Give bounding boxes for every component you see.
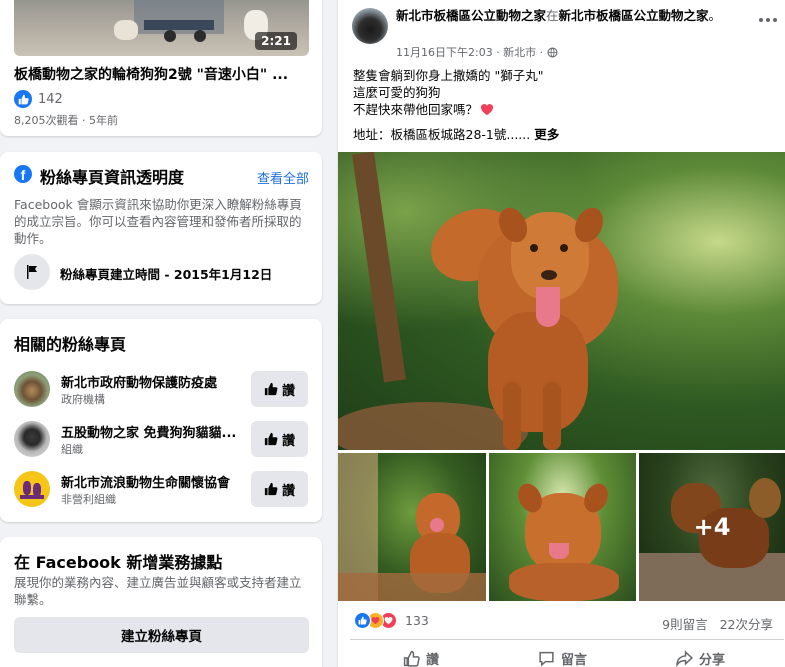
share-action-button[interactable]: 分享 xyxy=(676,649,725,667)
reaction-count[interactable]: 133 xyxy=(405,613,429,628)
like-page-button[interactable]: 讚 xyxy=(251,471,308,507)
like-reaction-icon xyxy=(14,90,32,108)
post-connector: 在 xyxy=(546,8,559,23)
related-pages-heading: 相關的粉絲專頁 xyxy=(14,335,127,354)
share-icon xyxy=(676,650,693,667)
like-page-button[interactable]: 讚 xyxy=(251,421,308,457)
transparency-description: Facebook 會顯示資訊來協助你更深入瞭解粉絲專頁的成立宗旨。你可以查看內容… xyxy=(14,197,302,246)
post-address: 地址：板橋區板城路28-1號...... xyxy=(353,127,531,142)
video-card[interactable]: 2:21 板橋動物之家的輪椅狗狗2號 "音速小白" ... 142 8,205次… xyxy=(0,0,322,136)
business-description: 展現你的業務內容、建立廣告並與顧客或支持者建立聯繫。 xyxy=(14,575,302,607)
comment-action-button[interactable]: 留言 xyxy=(538,649,587,667)
page-created-date: 粉絲專頁建立時間 - 2015年1月12日 xyxy=(60,267,273,282)
thumbs-up-icon xyxy=(264,382,278,396)
video-title[interactable]: 板橋動物之家的輪椅狗狗2號 "音速小白" ... xyxy=(14,64,314,84)
related-page-name[interactable]: 新北市政府動物保護防疫處 xyxy=(61,372,241,391)
ellipsis-icon[interactable] xyxy=(756,10,780,30)
create-page-button[interactable]: 建立粉絲專頁 xyxy=(14,617,309,653)
post-header: 新北市板橋區公立動物之家在新北市板橋區公立動物之家。 xyxy=(396,8,722,23)
related-page-item[interactable]: 新北市政府動物保護防疫處 政府機構 讚 xyxy=(14,367,322,411)
thumbs-up-icon xyxy=(264,432,278,446)
post-line: 這麼可愛的狗狗 xyxy=(353,85,441,100)
facebook-icon: f xyxy=(14,165,32,183)
see-more-link[interactable]: 更多 xyxy=(534,127,559,142)
thumbs-up-icon xyxy=(264,482,278,496)
business-heading: 在 Facebook 新增業務據點 xyxy=(14,553,223,572)
related-page-item[interactable]: 新北市流浪動物生命關懷協會 非營利組織 讚 xyxy=(14,467,322,511)
thumbs-up-outline-icon xyxy=(403,650,420,667)
reactions-summary[interactable]: 133 xyxy=(354,612,429,629)
globe-icon xyxy=(547,46,558,58)
transparency-card: f 粉絲專頁資訊透明度 查看全部 Facebook 會顯示資訊來協助你更深入瞭解… xyxy=(0,152,322,304)
related-page-item[interactable]: 五股動物之家 免費狗狗貓貓... 組織 讚 xyxy=(14,417,322,461)
comment-icon xyxy=(539,651,554,667)
related-page-category: 政府機構 xyxy=(61,393,105,406)
like-reaction-icon xyxy=(354,612,371,629)
author-avatar[interactable] xyxy=(352,8,388,44)
post-text: 整隻會躺到你身上撒嬌的 "獅子丸" 這麼可愛的狗狗 不趕快來帶他回家嗎？ xyxy=(353,67,543,118)
like-action-button[interactable]: 讚 xyxy=(403,649,439,667)
post-location-page[interactable]: 新北市板橋區公立動物之家 xyxy=(559,8,709,23)
page-avatar[interactable] xyxy=(14,371,50,407)
like-page-label: 讚 xyxy=(281,483,295,499)
video-thumbnail[interactable]: 2:21 xyxy=(14,0,309,56)
video-meta: 8,205次觀看 · 5年前 xyxy=(14,114,118,127)
video-like-count: 142 xyxy=(38,91,63,107)
share-count[interactable]: 22次分享 xyxy=(720,614,773,633)
more-photos-count: +4 xyxy=(693,513,731,541)
page-avatar[interactable] xyxy=(14,471,50,507)
related-page-category: 非營利組織 xyxy=(61,493,116,506)
video-duration: 2:21 xyxy=(255,32,297,50)
post-line: 不趕快來帶他回家嗎？ xyxy=(353,102,479,117)
like-page-button[interactable]: 讚 xyxy=(251,371,308,407)
related-page-name[interactable]: 五股動物之家 免費狗狗貓貓... xyxy=(61,422,241,441)
transparency-heading: 粉絲專頁資訊透明度 xyxy=(40,168,185,187)
post-main-photo[interactable] xyxy=(338,152,785,450)
like-page-label: 讚 xyxy=(281,383,295,399)
post-photo-thumbnail[interactable] xyxy=(338,453,486,601)
post-photo-thumbnail-more[interactable]: +4 xyxy=(639,453,785,601)
flag-icon xyxy=(14,254,50,290)
see-all-link[interactable]: 查看全部 xyxy=(257,168,309,187)
related-page-category: 組織 xyxy=(61,443,83,456)
comment-count[interactable]: 9則留言 xyxy=(662,614,707,633)
like-page-label: 讚 xyxy=(281,433,295,449)
related-pages-card: 相關的粉絲專頁 新北市政府動物保護防疫處 政府機構 讚 五股動物之家 免費狗狗貓… xyxy=(0,319,322,522)
post-photo-thumbnail[interactable] xyxy=(489,453,636,601)
heart-icon xyxy=(480,104,494,116)
post-card: 新北市板橋區公立動物之家在新北市板橋區公立動物之家。 11月16日下午2:03 … xyxy=(338,0,785,667)
post-line: 整隻會躺到你身上撒嬌的 "獅子丸" xyxy=(353,68,544,83)
post-author[interactable]: 新北市板橋區公立動物之家 xyxy=(396,8,546,23)
related-page-name[interactable]: 新北市流浪動物生命關懷協會 xyxy=(61,472,241,491)
business-card: 在 Facebook 新增業務據點 展現你的業務內容、建立廣告並與顧客或支持者建… xyxy=(0,537,322,667)
post-time[interactable]: 11月16日下午2:03 · 新北市 · xyxy=(396,44,543,60)
page-avatar[interactable] xyxy=(14,421,50,457)
